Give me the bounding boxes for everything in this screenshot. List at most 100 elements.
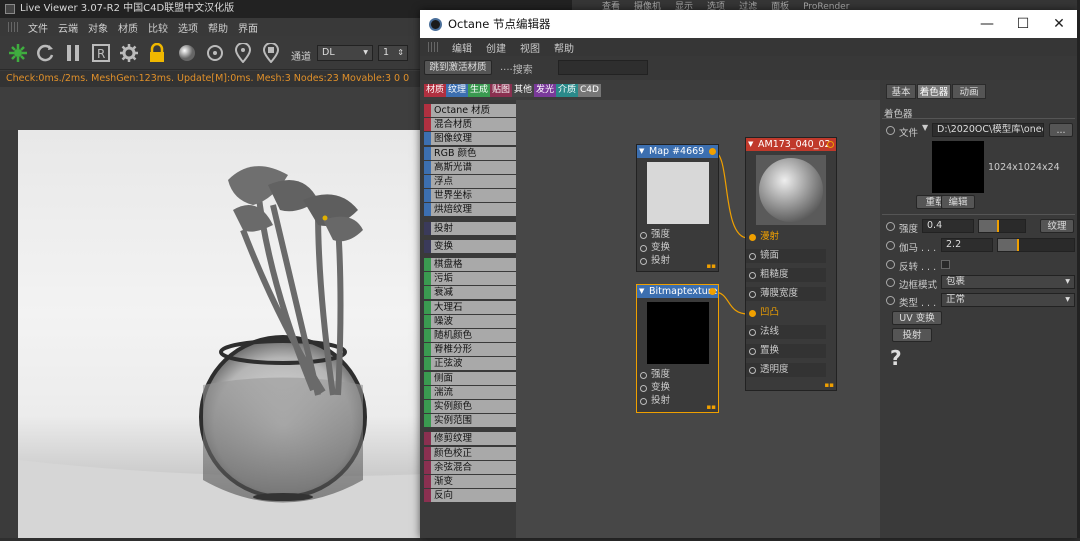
node-list-item[interactable]: 污垢 [424,272,516,286]
node-list-item[interactable]: 实例颜色 [424,400,516,413]
menu-view[interactable]: 视图 [520,40,540,55]
bitmap-texture-node[interactable]: Bitmaptexture 强度 变换 投射 ▪▪ [636,284,719,413]
pin-strength[interactable]: 强度 [637,368,670,382]
node-list-item[interactable]: 脊椎分形 [424,343,516,357]
minimize-icon[interactable]: — [969,10,1005,38]
pin-normal[interactable]: 法线 [746,325,826,339]
node-list-item[interactable]: 大理石 [424,300,516,314]
node-list-item[interactable]: 浮点 [424,175,516,188]
gamma-slider[interactable] [997,238,1075,252]
strength-slider[interactable] [978,219,1026,233]
material-ball-icon[interactable] [177,43,197,63]
pin-opacity[interactable]: 透明度 [746,363,826,377]
node-list-item[interactable]: 衰减 [424,286,516,300]
lock-icon[interactable] [147,43,167,63]
menu-options[interactable]: 选项 [178,20,198,35]
node-canvas[interactable]: Map #4669 强度 变换 投射 ▪▪ Bitmaptexture 强度 变… [516,100,880,538]
material-node[interactable]: AM173_040_02 漫射 镜面 粗糙度 薄膜宽度 凹凸 法线 置换 透明度… [745,137,837,391]
node-list-item[interactable]: Octane 材质 [424,104,516,117]
file-path-field[interactable]: D:\2020OC\模型库\onec [932,123,1044,137]
node-list-item[interactable]: 混合材质 [424,118,516,132]
node-list-item[interactable]: 投射 [424,221,516,235]
pin-transform[interactable]: 变换 [637,381,670,395]
category-medium[interactable]: 介质 [556,84,579,97]
pass-spinner[interactable]: 1 ⇕ [378,45,408,61]
output-port[interactable] [709,148,716,155]
restart-icon[interactable] [36,43,56,63]
node-list-item[interactable]: 渐变 [424,475,516,488]
node-list-item[interactable]: RGB 颜色 [424,146,516,160]
pin-projection[interactable]: 投射 [637,394,670,408]
menu-create[interactable]: 创建 [486,40,506,55]
category-texture[interactable]: 纹理 [446,84,469,97]
node-list-item[interactable]: 正弦波 [424,357,516,371]
pin-projection[interactable]: 投射 [637,254,670,268]
pin-strength[interactable]: 强度 [637,228,670,242]
goto-active-material-button[interactable]: 跳到激活材质 [424,60,492,75]
type-select[interactable]: 正常 ▾ [941,293,1075,307]
tab-animation[interactable]: 动画 [952,84,986,99]
pin-roughness[interactable]: 粗糙度 [746,268,826,282]
gamma-keyframe-radio[interactable] [886,241,895,250]
node-list-item[interactable]: 湍流 [424,385,516,399]
category-generator[interactable]: 生成 [468,84,491,97]
strength-input[interactable]: 0.4 [922,219,974,233]
material-node-header[interactable]: AM173_040_02 [746,138,836,151]
invert-checkbox[interactable] [941,260,950,269]
node-list-item[interactable]: 变换 [424,239,516,253]
region-render-icon[interactable]: R [91,43,111,63]
maximize-icon[interactable]: ☐ [1005,10,1041,38]
border-keyframe-radio[interactable] [886,278,895,287]
menu-material[interactable]: 材质 [118,20,138,35]
help-icon[interactable]: ? [890,346,902,370]
invert-keyframe-radio[interactable] [886,260,895,269]
resize-grip-icon[interactable]: ▪▪ [707,403,717,411]
menu-edit[interactable]: 编辑 [452,40,472,55]
pin-displacement[interactable]: 置换 [746,344,826,358]
node-list-item[interactable]: 反向 [424,489,516,503]
category-other[interactable]: 其他 [512,84,535,97]
gamma-slider-knob[interactable] [1017,239,1019,251]
pin-bump[interactable]: 凹凸 [746,306,826,320]
menu-help[interactable]: 帮助 [554,40,574,55]
texture-button[interactable]: 纹理 [1040,219,1074,233]
category-c4d[interactable]: C4D [578,84,601,97]
focus-pick-icon[interactable] [205,43,225,63]
category-material[interactable]: 材质 [424,84,447,97]
node-list-item[interactable]: 实例范围 [424,414,516,428]
pin-diffuse[interactable]: 漫射 [746,230,836,244]
node-list-item[interactable]: 侧面 [424,371,516,385]
search-input[interactable] [558,60,648,75]
node-list-item[interactable]: 图像纹理 [424,132,516,146]
bitmap-node-header[interactable]: Bitmaptexture [637,285,718,298]
menu-object[interactable]: 对象 [88,20,108,35]
output-port[interactable] [827,141,834,148]
node-list-item[interactable]: 颜色校正 [424,446,516,460]
menu-compare[interactable]: 比较 [148,20,168,35]
node-list-item[interactable]: 高斯光谱 [424,160,516,174]
resize-grip-icon[interactable]: ▪▪ [707,262,717,270]
file-keyframe-radio[interactable] [886,126,895,135]
browse-button[interactable]: ... [1049,123,1073,137]
send-scene-icon[interactable] [8,43,28,63]
pick-material-icon[interactable] [233,43,253,63]
gamma-input[interactable]: 2.2 [941,238,993,252]
output-port[interactable] [709,288,716,295]
pick-object-icon[interactable] [261,43,281,63]
type-keyframe-radio[interactable] [886,296,895,305]
border-mode-select[interactable]: 包裹 ▾ [941,275,1075,289]
menu-interface[interactable]: 界面 [238,20,258,35]
uv-transform-button[interactable]: UV 变换 [892,311,942,325]
pin-transform[interactable]: 变换 [637,241,670,255]
strength-slider-knob[interactable] [997,220,1000,232]
node-list-item[interactable]: 余弦混合 [424,460,516,474]
node-list-item[interactable]: 随机颜色 [424,329,516,342]
pin-film-width[interactable]: 薄膜宽度 [746,287,826,301]
category-emission[interactable]: 发光 [534,84,557,97]
node-list-item[interactable]: 烘焙纹理 [424,203,516,217]
pause-icon[interactable] [63,43,83,63]
node-list-item[interactable]: 世界坐标 [424,189,516,203]
menu-cloud[interactable]: 云端 [58,20,78,35]
category-map[interactable]: 贴图 [490,84,513,97]
pin-specular[interactable]: 镜面 [746,249,826,263]
